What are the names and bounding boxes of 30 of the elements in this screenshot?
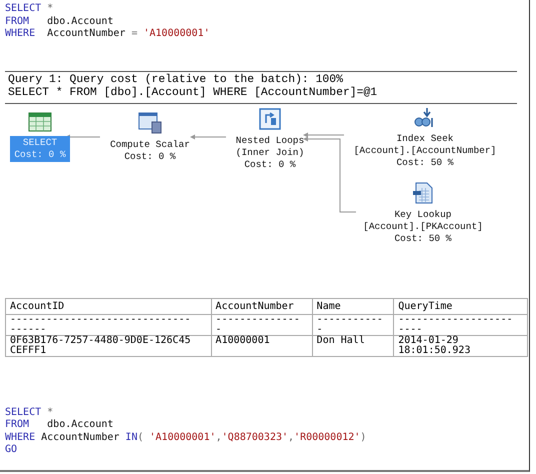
code-line: FROM dbo.Account	[5, 419, 114, 432]
code-line: SELECT *	[5, 3, 54, 16]
window-icon	[138, 112, 162, 134]
column-header: Name	[312, 298, 394, 314]
code-line: FROM dbo.Account	[5, 16, 114, 28]
column-header: AccountNumber	[211, 298, 312, 314]
query-header-text: Query 1: Query cost (relative to the batch): 100%	[8, 74, 343, 86]
table-cell: ------------------- ----	[394, 314, 528, 335]
loop-icon	[259, 108, 281, 130]
query-header-text: SELECT * FROM [dbo].[Account] WHERE [AccountNumber]=@1	[8, 86, 378, 100]
table-cell: A10000001	[211, 335, 312, 356]
table-cell: -------------- -	[211, 314, 312, 335]
table-cell: ----------- -	[312, 314, 394, 335]
table-cell: ------------------------------ ------	[6, 314, 212, 335]
plan-node-label[interactable]: Nested Loops (Inner Join) Cost: 0 %	[232, 134, 308, 172]
code-line: GO	[5, 444, 18, 456]
column-header: AccountID	[6, 298, 212, 314]
code-line: WHERE AccountNumber = 'A10000001'	[5, 28, 210, 40]
code-line: WHERE AccountNumber IN( 'A10000001','Q88700323','R00000012')	[5, 432, 366, 444]
code-line: SELECT *	[5, 406, 54, 419]
plan-node-label[interactable]: Key Lookup [Account].[PKAccount] Cost: 50 %	[359, 208, 487, 246]
plan-node-label[interactable]: Index Seek [Account].[AccountNumber] Cost: 50 %	[350, 132, 500, 170]
column-header: QueryTime	[394, 298, 528, 314]
document-icon	[412, 182, 434, 204]
connector-arrow	[190, 134, 226, 139]
plan-node-label[interactable]: Compute Scalar Cost: 0 %	[106, 138, 194, 164]
table-cell: 2014-01-29 18:01:50.923	[394, 335, 528, 356]
table-cell: Don Hall	[312, 335, 394, 356]
table-icon	[28, 112, 52, 132]
table-cell: 0F63B176-7257-4480-9D0E-126C45 CEFFF1	[6, 335, 212, 356]
